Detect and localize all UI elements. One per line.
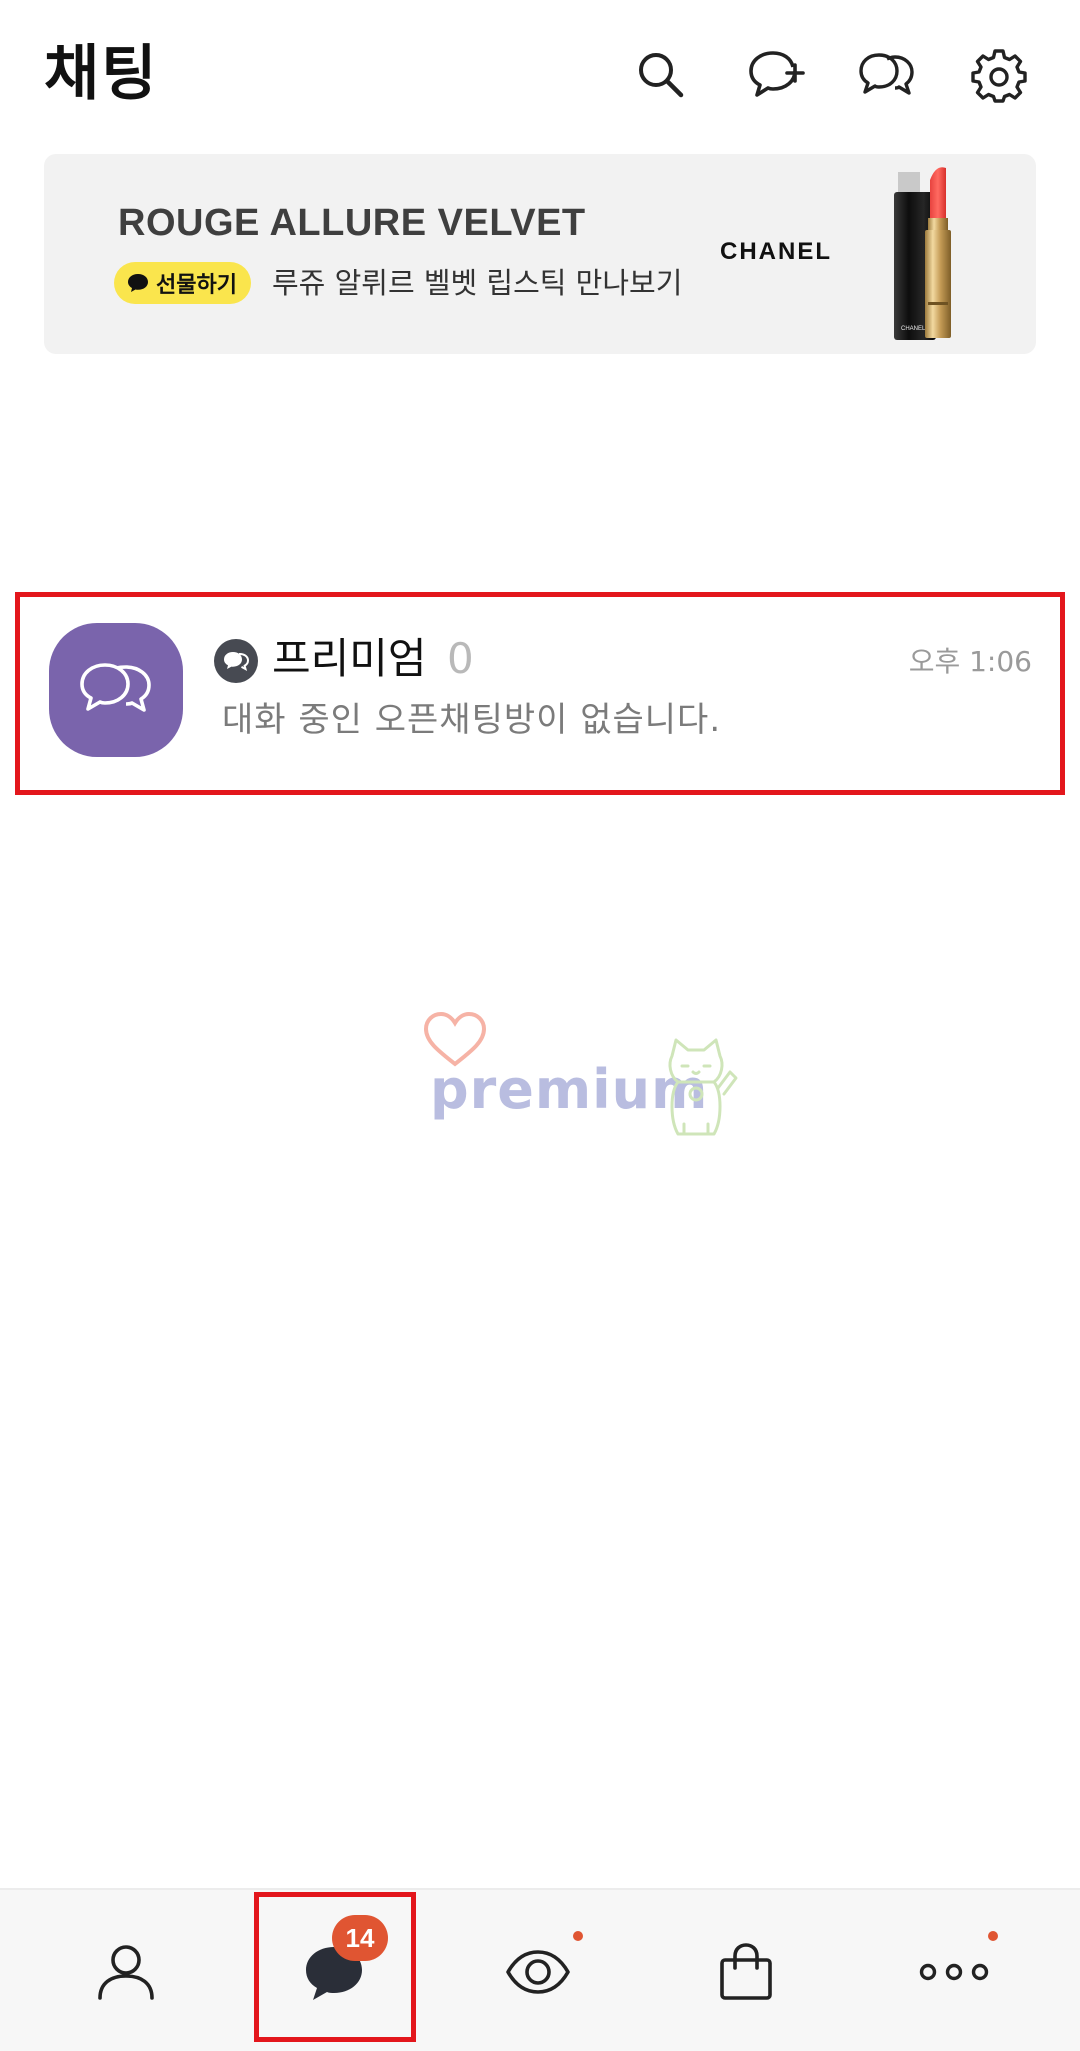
more-icon: [919, 1963, 989, 1980]
banner-title: ROUGE ALLURE VELVET: [118, 202, 586, 244]
chat-screen: 채팅 ROUGE ALLURE VELVET 선물하기 루쥬 알뤼르 벨벳 립스…: [0, 0, 1080, 2051]
nav-friends[interactable]: [46, 1890, 206, 2051]
open-chat-type-icon: [214, 639, 258, 683]
chat-bubbles-icon: [80, 663, 151, 712]
speech-bubble-icon: [128, 274, 148, 292]
nav-chats-highlight: [254, 1892, 416, 2042]
chat-time: 오후 1:06: [908, 645, 1032, 678]
chat-member-count: 0: [447, 634, 474, 683]
chat-list-item[interactable]: 프리미엄 0 오후 1:06 대화 중인 오픈채팅방이 없습니다.: [15, 592, 1065, 795]
friends-icon: [98, 1944, 154, 2000]
gift-pill: 선물하기: [114, 262, 251, 304]
gift-label: 선물하기: [156, 273, 237, 298]
open-chat-icon[interactable]: [856, 44, 918, 106]
lipstick-brand-text: CHANEL: [901, 326, 926, 332]
lipstick-image: CHANEL: [894, 167, 951, 340]
chat-avatar: [49, 623, 183, 757]
chat-preview: 대화 중인 오픈채팅방이 없습니다.: [222, 700, 722, 740]
brand-logo: CHANEL: [720, 238, 832, 265]
ad-banner[interactable]: ROUGE ALLURE VELVET 선물하기 루쥬 알뤼르 벨벳 립스틱 만…: [44, 154, 1036, 354]
unread-badge: 14: [332, 1915, 388, 1961]
shopping-icon: [720, 1942, 772, 2000]
nav-shopping[interactable]: [666, 1890, 826, 2051]
view-icon: [506, 1949, 570, 1994]
page-title: 채팅: [44, 39, 159, 109]
new-chat-icon[interactable]: [746, 44, 808, 106]
lucky-cat-icon: [668, 1038, 738, 1136]
view-new-dot: [573, 1931, 583, 1941]
nav-more[interactable]: [874, 1890, 1034, 2051]
search-icon[interactable]: [630, 44, 692, 106]
settings-icon[interactable]: [968, 44, 1030, 106]
chat-name: 프리미엄: [272, 634, 427, 683]
more-new-dot: [988, 1931, 998, 1941]
nav-view[interactable]: [458, 1890, 618, 2051]
bottom-nav: [0, 1888, 1080, 2051]
premium-watermark: premium: [420, 1010, 750, 1140]
header: 채팅: [0, 0, 1080, 150]
banner-subtitle: 루쥬 알뤼르 벨벳 립스틱 만나보기: [272, 266, 683, 300]
